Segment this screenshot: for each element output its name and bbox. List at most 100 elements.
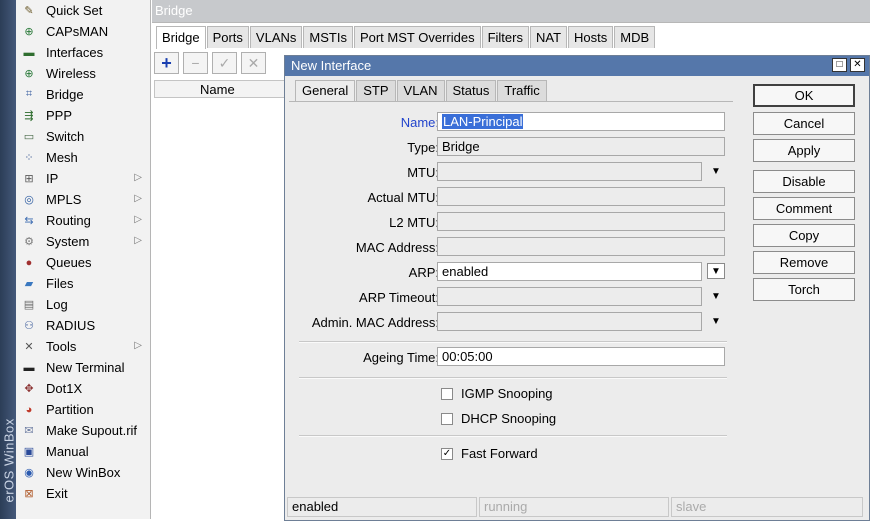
fast-forward-box[interactable]: ✓	[441, 447, 453, 460]
tab-status[interactable]: Status	[445, 80, 497, 101]
menu-item-ip[interactable]: ⊞ IP ▷	[16, 168, 150, 189]
arp-label: ARP:	[408, 265, 439, 280]
tab-mstis[interactable]: MSTIs	[303, 26, 353, 48]
ageing-time-field[interactable]: 00:05:00	[437, 347, 725, 366]
dialog-title: New Interface	[291, 58, 372, 73]
menu-item-quick-set[interactable]: ✎ Quick Set	[16, 0, 150, 21]
menu-item-bridge[interactable]: ⌗ Bridge	[16, 84, 150, 105]
dialog-title-bar[interactable]: New Interface □ ✕	[285, 56, 869, 76]
admin-mac-dropdown-icon[interactable]: ▼	[710, 315, 722, 327]
name-value: LAN-Principal	[442, 114, 524, 129]
menu-item-switch[interactable]: ▭ Switch	[16, 126, 150, 147]
menu-item-label: Bridge	[46, 87, 84, 102]
tab-vlan[interactable]: VLAN	[396, 80, 445, 101]
close-icon[interactable]: ✕	[850, 58, 865, 72]
arp-dropdown-icon[interactable]: ▼	[707, 263, 725, 279]
new-interface-dialog: New Interface □ ✕ General STP VLAN Status Tr…	[284, 55, 870, 521]
remove-button[interactable]: −	[183, 52, 208, 74]
ok-button[interactable]: OK	[753, 84, 855, 107]
name-field[interactable]: LAN-Principal	[437, 112, 725, 131]
arp-field[interactable]: enabled	[437, 262, 702, 281]
arp-timeout-field[interactable]	[437, 287, 702, 306]
menu-item-label: Files	[46, 276, 74, 291]
menu-item-ppp[interactable]: ⇶ PPP	[16, 105, 150, 126]
remove-button[interactable]: Remove	[753, 251, 855, 274]
apply-button[interactable]: Apply	[753, 139, 855, 162]
admin-mac-field[interactable]	[437, 312, 702, 331]
tab-ports[interactable]: Ports	[206, 26, 249, 48]
menu-item-routing[interactable]: ⇆ Routing ▷	[16, 210, 150, 231]
dot1x-icon: ✥	[24, 383, 34, 395]
menu-item-label: Wireless	[46, 66, 96, 81]
tab-mdb[interactable]: MDB	[614, 26, 656, 48]
menu-item-label: Dot1X	[46, 381, 83, 396]
interfaces-icon: ▬	[23, 46, 35, 59]
admin-mac-label: Admin. MAC Address:	[311, 315, 439, 330]
mesh-icon: ⁘	[24, 152, 34, 164]
enable-button[interactable]: ✓	[212, 52, 237, 74]
menu-item-mesh[interactable]: ⁘ Mesh	[16, 147, 150, 168]
igmp-snooping-checkbox[interactable]: IGMP Snooping	[441, 386, 553, 401]
menu-item-tools[interactable]: ✕ Tools ▷	[16, 336, 150, 357]
disable-button[interactable]: ✕	[241, 52, 266, 74]
menu-item-capsman[interactable]: ⊕ CAPsMAN	[16, 21, 150, 42]
menu-item-partition[interactable]: ◕ Partition	[16, 399, 150, 420]
menu-item-label: Log	[46, 297, 68, 312]
actual-mtu-field	[437, 187, 725, 206]
supout-icon: ✉	[24, 425, 34, 437]
tab-traffic[interactable]: Traffic	[497, 80, 547, 101]
mac-address-field	[437, 237, 725, 256]
disable-button[interactable]: Disable	[753, 170, 855, 193]
menu-item-manual[interactable]: ▣ Manual	[16, 441, 150, 462]
copy-button[interactable]: Copy	[753, 224, 855, 247]
menu-item-make-supout[interactable]: ✉ Make Supout.rif	[16, 420, 150, 441]
tab-filters[interactable]: Filters	[481, 26, 529, 48]
tab-general[interactable]: General	[295, 80, 356, 102]
menu-item-files[interactable]: ▰ Files	[16, 273, 150, 294]
general-panel: Name: LAN-Principal Type: Bridge MTU: ▼ …	[289, 101, 733, 495]
add-button[interactable]: +	[154, 52, 179, 74]
menu-item-label: Partition	[46, 402, 94, 417]
dhcp-snooping-box[interactable]	[441, 412, 453, 425]
menu-item-log[interactable]: ▤ Log	[16, 294, 150, 315]
tools-icon: ✕	[24, 341, 34, 353]
separator	[299, 341, 727, 343]
maximize-icon[interactable]: □	[832, 58, 847, 72]
column-name-header[interactable]: Name	[200, 82, 235, 97]
tab-nat[interactable]: NAT	[529, 26, 568, 48]
log-icon: ▤	[23, 299, 35, 311]
submenu-arrow-icon: ▷	[134, 172, 142, 183]
tab-stp[interactable]: STP	[356, 80, 396, 101]
menu-item-new-terminal[interactable]: ▬ New Terminal	[16, 357, 150, 378]
tab-bridge[interactable]: Bridge	[156, 26, 206, 49]
menu-item-label: PPP	[46, 108, 73, 123]
menu-item-interfaces[interactable]: ▬ Interfaces	[16, 42, 150, 63]
menu-item-wireless[interactable]: ⊕ Wireless	[16, 63, 150, 84]
cancel-button[interactable]: Cancel	[753, 112, 855, 135]
comment-button[interactable]: Comment	[753, 197, 855, 220]
dhcp-snooping-checkbox[interactable]: DHCP Snooping	[441, 411, 556, 426]
mtu-field[interactable]	[437, 162, 702, 181]
arp-timeout-dropdown-icon[interactable]: ▼	[710, 290, 722, 302]
torch-button[interactable]: Torch	[753, 278, 855, 301]
menu-item-mpls[interactable]: ◎ MPLS ▷	[16, 189, 150, 210]
tab-vlans[interactable]: VLANs	[249, 26, 303, 48]
submenu-arrow-icon: ▷	[134, 340, 142, 351]
mac-address-label: MAC Address:	[355, 240, 439, 255]
plus-icon: +	[161, 52, 172, 73]
igmp-snooping-box[interactable]	[441, 387, 453, 400]
menu-item-radius[interactable]: ⚇ RADIUS	[16, 315, 150, 336]
status-bar: enabled running slave	[287, 497, 867, 519]
exit-icon: ⊠	[24, 488, 34, 500]
menu-item-new-winbox[interactable]: ◉ New WinBox	[16, 462, 150, 483]
fast-forward-checkbox[interactable]: ✓ Fast Forward	[441, 446, 538, 461]
tab-port-mst-overrides[interactable]: Port MST Overrides	[353, 26, 481, 48]
tab-hosts[interactable]: Hosts	[568, 26, 614, 48]
menu-item-system[interactable]: ⚙ System ▷	[16, 231, 150, 252]
menu-item-exit[interactable]: ⊠ Exit	[16, 483, 150, 504]
menu-item-queues[interactable]: ● Queues	[16, 252, 150, 273]
menu-item-dot1x[interactable]: ✥ Dot1X	[16, 378, 150, 399]
mtu-dropdown-icon[interactable]: ▼	[710, 165, 722, 177]
manual-icon: ▣	[23, 446, 35, 458]
type-field: Bridge	[437, 137, 725, 156]
